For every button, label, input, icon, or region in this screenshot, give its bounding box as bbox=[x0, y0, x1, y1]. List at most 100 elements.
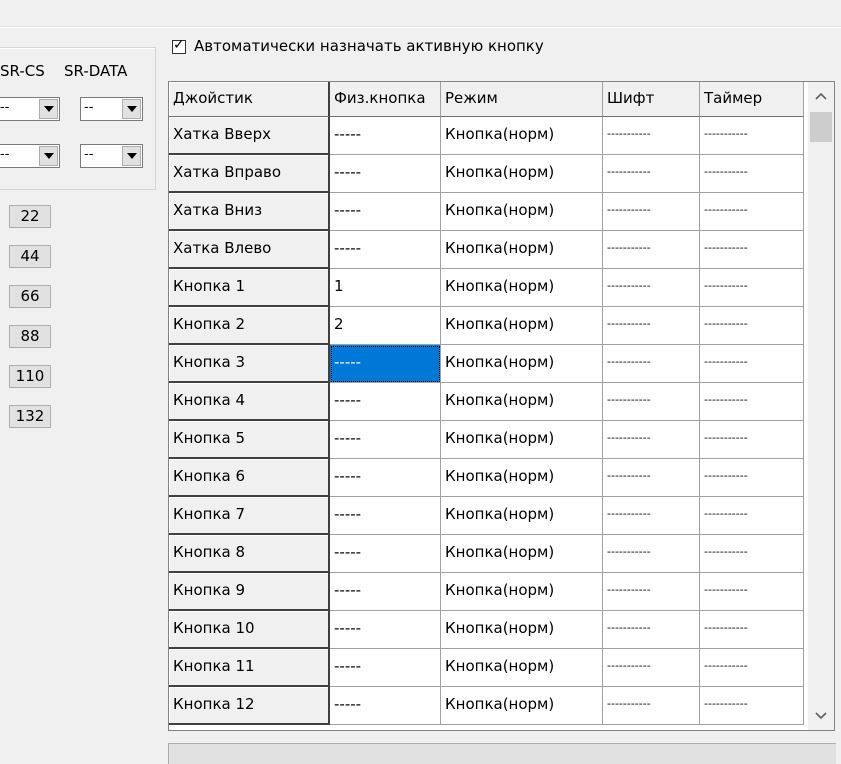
cell-shift[interactable]: ----------- bbox=[603, 611, 700, 649]
cell-mode[interactable]: Кнопка(норм) bbox=[441, 307, 603, 345]
cell-mode[interactable]: Кнопка(норм) bbox=[441, 497, 603, 535]
cell-joystick[interactable]: Кнопка 3 bbox=[169, 345, 330, 383]
cell-joystick[interactable]: Кнопка 10 bbox=[169, 611, 330, 649]
cell-timer[interactable]: ----------- bbox=[700, 345, 804, 383]
cell-timer[interactable]: ----------- bbox=[700, 269, 804, 307]
cell-timer[interactable]: ----------- bbox=[700, 535, 804, 573]
cell-joystick[interactable]: Кнопка 11 bbox=[169, 649, 330, 687]
chevron-down-icon[interactable] bbox=[39, 99, 58, 119]
number-button-22[interactable]: 22 bbox=[9, 205, 51, 228]
cell-mode[interactable]: Кнопка(норм) bbox=[441, 155, 603, 193]
cell-phys-button[interactable]: ----- bbox=[330, 535, 441, 573]
cell-mode[interactable]: Кнопка(норм) bbox=[441, 231, 603, 269]
cell-shift[interactable]: ----------- bbox=[603, 307, 700, 345]
cell-shift[interactable]: ----------- bbox=[603, 155, 700, 193]
cell-phys-button[interactable]: ----- bbox=[330, 231, 441, 269]
cell-joystick[interactable]: Кнопка 9 bbox=[169, 573, 330, 611]
column-header-timer[interactable]: Таймер bbox=[700, 82, 804, 117]
cell-mode[interactable]: Кнопка(норм) bbox=[441, 345, 603, 383]
cell-shift[interactable]: ----------- bbox=[603, 573, 700, 611]
cell-timer[interactable]: ----------- bbox=[700, 155, 804, 193]
cell-shift[interactable]: ----------- bbox=[603, 193, 700, 231]
cell-phys-button[interactable]: ----- bbox=[330, 649, 441, 687]
cell-mode[interactable]: Кнопка(норм) bbox=[441, 459, 603, 497]
chevron-down-icon[interactable] bbox=[122, 146, 141, 166]
cell-phys-button[interactable]: ----- bbox=[330, 611, 441, 649]
cell-shift[interactable]: ----------- bbox=[603, 231, 700, 269]
cell-shift[interactable]: ----------- bbox=[603, 535, 700, 573]
chevron-up-icon[interactable] bbox=[808, 82, 834, 110]
cell-phys-button[interactable]: ----- bbox=[330, 345, 441, 383]
auto-assign-label[interactable]: Автоматически назначать активную кнопку bbox=[194, 37, 544, 55]
cell-timer[interactable]: ----------- bbox=[700, 383, 804, 421]
cell-timer[interactable]: ----------- bbox=[700, 193, 804, 231]
number-button-110[interactable]: 110 bbox=[9, 365, 51, 388]
cell-joystick[interactable]: Хатка Вверх bbox=[169, 117, 330, 155]
cell-shift[interactable]: ----------- bbox=[603, 459, 700, 497]
cell-shift[interactable]: ----------- bbox=[603, 421, 700, 459]
number-button-66[interactable]: 66 bbox=[9, 285, 51, 308]
cell-joystick[interactable]: Кнопка 7 bbox=[169, 497, 330, 535]
cell-timer[interactable]: ----------- bbox=[700, 649, 804, 687]
cell-shift[interactable]: ----------- bbox=[603, 117, 700, 155]
number-button-132[interactable]: 132 bbox=[9, 405, 51, 428]
cell-shift[interactable]: ----------- bbox=[603, 687, 700, 725]
cell-timer[interactable]: ----------- bbox=[700, 611, 804, 649]
cell-shift[interactable]: ----------- bbox=[603, 497, 700, 535]
cell-timer[interactable]: ----------- bbox=[700, 117, 804, 155]
chevron-down-icon[interactable] bbox=[39, 146, 58, 166]
chevron-down-icon[interactable] bbox=[808, 702, 834, 730]
cell-mode[interactable]: Кнопка(норм) bbox=[441, 269, 603, 307]
cell-joystick[interactable]: Кнопка 5 bbox=[169, 421, 330, 459]
auto-assign-checkbox[interactable] bbox=[172, 37, 186, 54]
cell-timer[interactable]: ----------- bbox=[700, 497, 804, 535]
sr-cs-combo-1[interactable]: -- bbox=[0, 97, 60, 121]
cell-shift[interactable]: ----------- bbox=[603, 383, 700, 421]
chevron-down-icon[interactable] bbox=[122, 99, 141, 119]
cell-joystick[interactable]: Хатка Влево bbox=[169, 231, 330, 269]
cell-joystick[interactable]: Кнопка 8 bbox=[169, 535, 330, 573]
cell-joystick[interactable]: Хатка Вправо bbox=[169, 155, 330, 193]
cell-mode[interactable]: Кнопка(норм) bbox=[441, 611, 603, 649]
column-header-phys-button[interactable]: Физ.кнопка bbox=[330, 82, 441, 117]
column-header-mode[interactable]: Режим bbox=[441, 82, 603, 117]
cell-phys-button[interactable]: ----- bbox=[330, 573, 441, 611]
cell-mode[interactable]: Кнопка(норм) bbox=[441, 421, 603, 459]
cell-shift[interactable]: ----------- bbox=[603, 269, 700, 307]
vertical-scrollbar[interactable] bbox=[808, 82, 834, 730]
cell-shift[interactable]: ----------- bbox=[603, 345, 700, 383]
cell-timer[interactable]: ----------- bbox=[700, 687, 804, 725]
cell-phys-button[interactable]: 1 bbox=[330, 269, 441, 307]
sr-cs-combo-2[interactable]: -- bbox=[0, 144, 60, 168]
cell-timer[interactable]: ----------- bbox=[700, 307, 804, 345]
button-mapping-grid[interactable]: Джойстик Физ.кнопка Режим Шифт Таймер Ха… bbox=[168, 81, 835, 731]
cell-mode[interactable]: Кнопка(норм) bbox=[441, 535, 603, 573]
cell-joystick[interactable]: Кнопка 6 bbox=[169, 459, 330, 497]
cell-mode[interactable]: Кнопка(норм) bbox=[441, 383, 603, 421]
cell-joystick[interactable]: Кнопка 4 bbox=[169, 383, 330, 421]
cell-phys-button[interactable]: ----- bbox=[330, 497, 441, 535]
cell-mode[interactable]: Кнопка(норм) bbox=[441, 687, 603, 725]
cell-phys-button[interactable]: ----- bbox=[330, 383, 441, 421]
cell-phys-button[interactable]: ----- bbox=[330, 421, 441, 459]
cell-timer[interactable]: ----------- bbox=[700, 421, 804, 459]
cell-joystick[interactable]: Хатка Вниз bbox=[169, 193, 330, 231]
cell-phys-button[interactable]: 2 bbox=[330, 307, 441, 345]
cell-mode[interactable]: Кнопка(норм) bbox=[441, 117, 603, 155]
cell-joystick[interactable]: Кнопка 1 bbox=[169, 269, 330, 307]
cell-joystick[interactable]: Кнопка 12 bbox=[169, 687, 330, 725]
cell-phys-button[interactable]: ----- bbox=[330, 193, 441, 231]
cell-mode[interactable]: Кнопка(норм) bbox=[441, 573, 603, 611]
cell-phys-button[interactable]: ----- bbox=[330, 155, 441, 193]
scrollbar-thumb[interactable] bbox=[810, 112, 832, 142]
cell-phys-button[interactable]: ----- bbox=[330, 687, 441, 725]
cell-timer[interactable]: ----------- bbox=[700, 459, 804, 497]
cell-shift[interactable]: ----------- bbox=[603, 649, 700, 687]
number-button-44[interactable]: 44 bbox=[9, 245, 51, 268]
cell-timer[interactable]: ----------- bbox=[700, 231, 804, 269]
sr-data-combo-1[interactable]: -- bbox=[80, 97, 143, 121]
column-header-joystick[interactable]: Джойстик bbox=[169, 82, 330, 117]
column-header-shift[interactable]: Шифт bbox=[603, 82, 700, 117]
cell-timer[interactable]: ----------- bbox=[700, 573, 804, 611]
number-button-88[interactable]: 88 bbox=[9, 325, 51, 348]
